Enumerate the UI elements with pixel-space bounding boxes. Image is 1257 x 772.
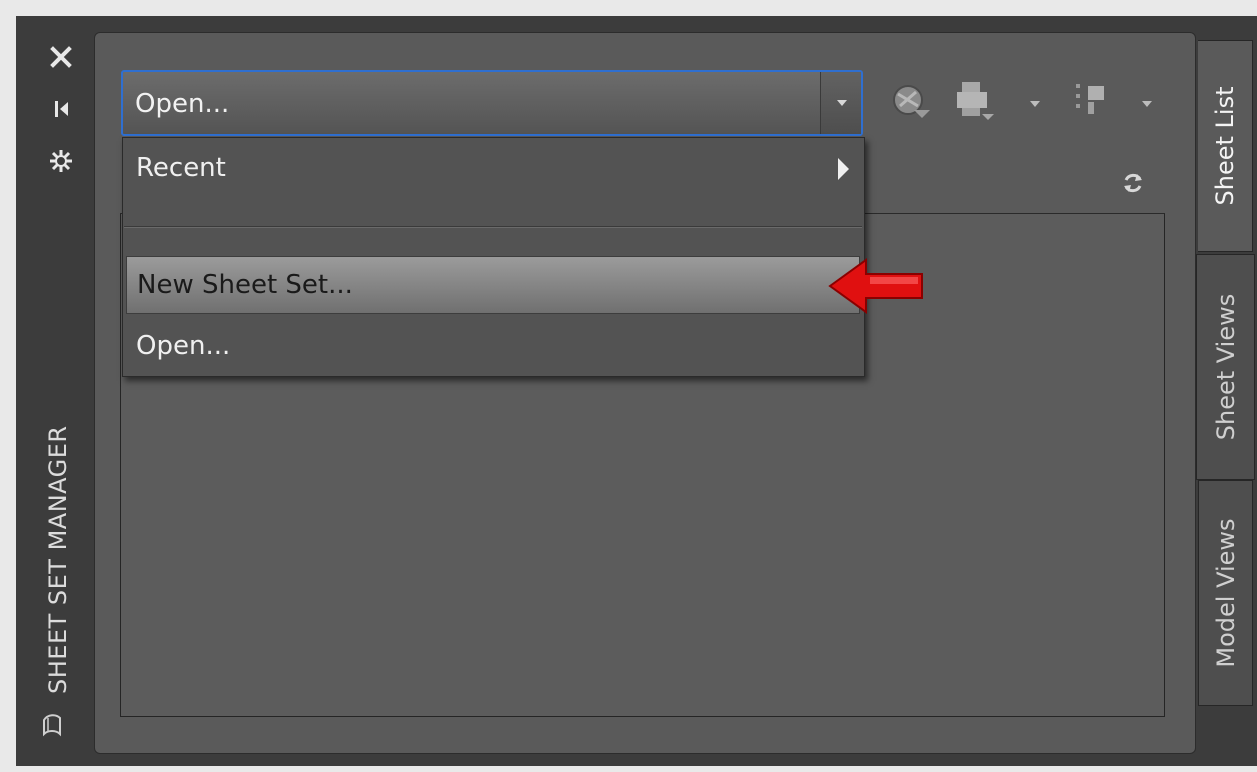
palette-title: SHEET SET MANAGER [44, 425, 72, 694]
tab-sheet-list-label: Sheet List [1211, 86, 1239, 206]
tab-sheet-list[interactable]: Sheet List [1198, 40, 1253, 252]
annotation-arrow-icon [828, 258, 923, 314]
properties-icon[interactable] [48, 148, 74, 174]
close-icon[interactable] [48, 44, 74, 70]
tab-sheet-views-label: Sheet Views [1211, 293, 1240, 441]
auto-hide-icon[interactable] [48, 96, 74, 122]
refresh-icon[interactable] [1120, 170, 1146, 196]
publish-icon[interactable] [888, 80, 934, 124]
menu-item-open[interactable]: Open... [124, 318, 862, 374]
tab-model-views-label: Model Views [1211, 518, 1240, 668]
sheet-set-combo-value: Open... [135, 89, 230, 119]
menu-item-new-sheet-set[interactable]: New Sheet Set... [126, 256, 860, 314]
selections-dropdown-icon[interactable] [1142, 101, 1152, 107]
menu-separator [124, 226, 862, 228]
plot-dropdown-icon[interactable] [1030, 101, 1040, 107]
submenu-arrow-icon [838, 158, 849, 180]
tab-model-views[interactable]: Model Views [1198, 480, 1253, 706]
combo-dropdown-button[interactable] [820, 72, 861, 134]
sheet-set-icon [40, 712, 64, 738]
sheet-set-combo[interactable] [121, 70, 863, 136]
plot-icon[interactable] [954, 78, 998, 124]
sheet-selections-icon[interactable] [1070, 78, 1114, 124]
tab-sheet-views[interactable]: Sheet Views [1196, 254, 1255, 480]
menu-item-recent[interactable]: Recent [124, 140, 862, 196]
chevron-down-icon [837, 100, 847, 106]
